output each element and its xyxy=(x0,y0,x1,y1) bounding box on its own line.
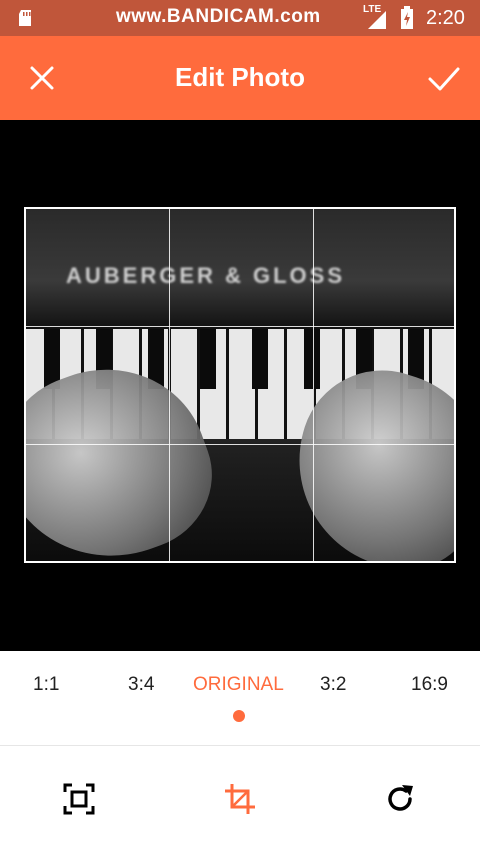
ratio-3-2[interactable]: 3:2 xyxy=(320,674,346,696)
page-title: Edit Photo xyxy=(175,62,305,92)
crop-icon[interactable] xyxy=(223,782,257,816)
rotate-icon[interactable] xyxy=(383,782,417,816)
piano-brand-text: AUBERGER & GLOSS xyxy=(66,263,346,288)
fit-frame-icon[interactable] xyxy=(62,782,96,816)
sd-card-icon xyxy=(19,10,31,26)
battery-charging-icon xyxy=(401,6,413,29)
ratio-16-9[interactable]: 16:9 xyxy=(411,674,448,696)
crop-grid-line xyxy=(26,326,454,327)
crop-grid-line xyxy=(26,444,454,445)
crop-photo[interactable]: AUBERGER & GLOSS xyxy=(24,207,456,563)
selected-ratio-indicator xyxy=(233,710,245,722)
edit-tool-bar xyxy=(0,745,480,853)
status-clock: 2:20 xyxy=(426,7,465,29)
crop-grid-line xyxy=(169,209,170,561)
status-bar: www.BANDICAM.com LTE 2:20 xyxy=(0,0,480,36)
ratio-1-1[interactable]: 1:1 xyxy=(33,674,59,696)
recording-watermark: www.BANDICAM.com xyxy=(116,6,321,27)
crop-grid-line xyxy=(313,209,314,561)
check-icon[interactable] xyxy=(424,60,464,96)
ratio-3-4[interactable]: 3:4 xyxy=(128,674,154,696)
ratio-original[interactable]: ORIGINAL xyxy=(193,674,284,696)
app-toolbar: Edit Photo xyxy=(0,36,480,120)
aspect-ratio-selector: 1:1 3:4 ORIGINAL 3:2 16:9 xyxy=(0,651,480,745)
signal-icon xyxy=(368,11,386,29)
